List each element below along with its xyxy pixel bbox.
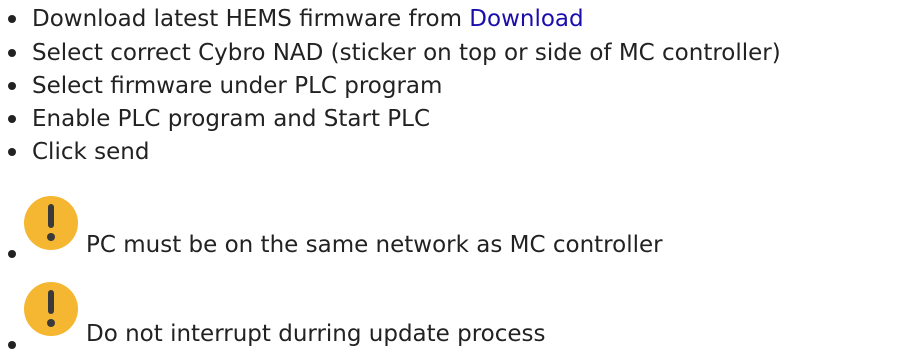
warning-network-text: PC must be on the same network as MC con… — [86, 232, 663, 258]
download-step-text: Download latest HEMS firmware from — [32, 6, 470, 32]
bullet — [8, 341, 16, 349]
click-send-text: Click send — [32, 139, 150, 165]
bullet — [8, 115, 16, 123]
instruction-list: Download latest HEMS firmware from Downl… — [0, 0, 898, 359]
bullet — [8, 49, 16, 57]
list-item-text: Download latest HEMS firmware from Downl… — [32, 4, 584, 34]
bullet — [8, 15, 16, 23]
bullet — [8, 148, 16, 156]
bullet — [8, 250, 16, 258]
select-firmware-text: Select firmware under PLC program — [32, 73, 443, 99]
warning-interrupt-text: Do not interrupt durring update process — [86, 321, 546, 347]
download-link[interactable]: Download — [469, 6, 583, 32]
enable-plc-text: Enable PLC program and Start PLC — [32, 106, 431, 132]
select-nad-text: Select correct Cybro NAD (sticker on top… — [32, 40, 781, 66]
bullet — [8, 82, 16, 90]
exclamation-warning-icon — [24, 282, 78, 336]
exclamation-warning-icon — [24, 196, 78, 250]
